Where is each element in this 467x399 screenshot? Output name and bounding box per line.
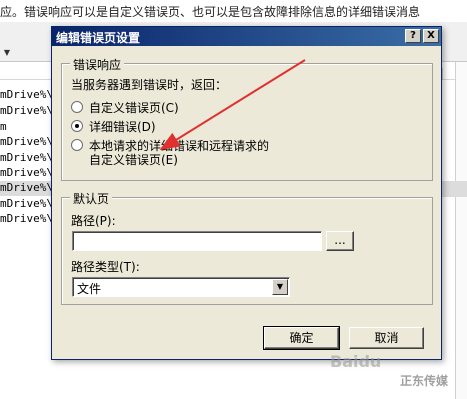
cancel-button[interactable]: 取消 [349,327,424,349]
error-response-prompt: 当服务器遇到错误时，返回： [71,78,228,92]
error-response-group: 错误响应 当服务器遇到错误时，返回： 自定义错误页(C) 详细错误(D) 本地请… [61,56,433,181]
path-type-value: 文件 [77,282,102,296]
baidu-watermark: Baidu [330,352,382,371]
edit-error-pages-dialog: 编辑错误页设置 ? X 错误响应 当服务器遇到错误时，返回： 自定义错误页(C)… [51,26,442,360]
radio-button[interactable] [71,139,83,151]
radio-label: 自定义错误页(C) [89,101,179,115]
path-type-label: 路径类型(T): [71,260,140,274]
path-input[interactable] [72,231,322,251]
browse-button[interactable]: ... [326,231,354,251]
path-type-select[interactable]: 文件 ▼ [72,277,290,297]
radio-button[interactable] [71,120,83,132]
path-label: 路径(P): [71,214,116,228]
radio-custom-error-pages[interactable]: 自定义错误页(C) [71,99,231,115]
error-response-legend: 错误响应 [70,56,125,73]
default-page-legend: 默认页 [70,190,113,207]
radio-detailed-errors[interactable]: 详细错误(D) [71,118,231,134]
dialog-titlebar[interactable]: 编辑错误页设置 [52,27,441,46]
chevron-down-icon[interactable]: ▼ [272,279,288,295]
selected-row-highlight [440,181,467,197]
chevron-down-icon[interactable]: ▼ [0,46,14,60]
background-right-pane [455,62,467,399]
close-button[interactable]: X [423,29,439,43]
help-button[interactable]: ? [405,29,421,43]
radio-selected-dot [75,124,79,128]
column-divider[interactable] [442,68,443,80]
source-watermark: 正东传媒 [400,374,449,388]
radio-detailed-local-custom-remote[interactable]: 本地请求的详细错误和远程请求的 自定义错误页(E) [71,137,291,169]
dialog-title: 编辑错误页设置 [56,31,141,45]
default-page-group: 默认页 路径(P): ... 路径类型(T): 文件 ▼ [61,190,433,305]
radio-button[interactable] [71,101,83,113]
radio-label: 详细错误(D) [89,120,156,134]
radio-label-line2: 自定义错误页(E) [89,153,178,167]
feature-description: 应。错误响应可以是自定义错误页、也可以是包含故障排除信息的详细错误消息 [0,0,467,22]
ok-button[interactable]: 确定 [263,326,340,350]
